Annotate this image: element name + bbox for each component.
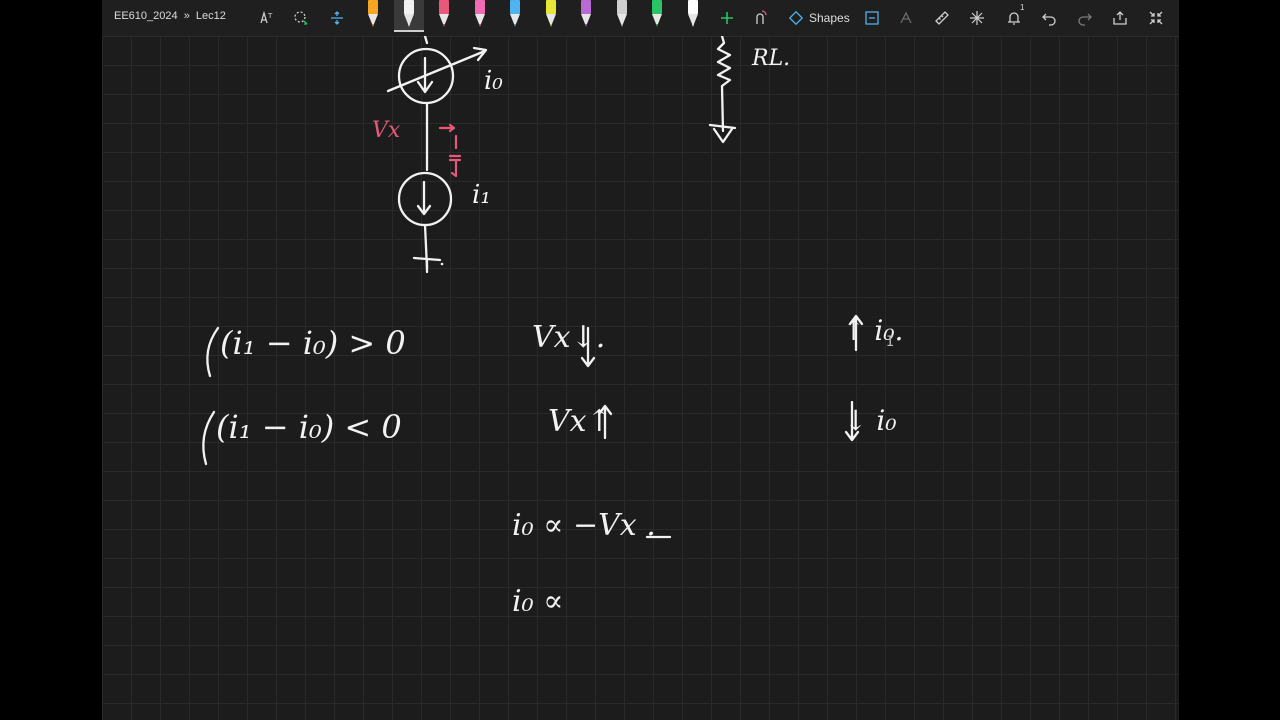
ink-to-math-icon[interactable]: [895, 6, 919, 30]
shapes-icon: [788, 10, 804, 26]
notification-count: 1: [1020, 3, 1025, 12]
ink-strokes: [202, 36, 864, 539]
vx-label: Vx: [372, 118, 401, 143]
pink-annotation: [438, 123, 462, 178]
breadcrumb-notebook[interactable]: EE610_2024: [114, 10, 178, 22]
pen-7-icon[interactable]: [578, 0, 594, 30]
add-space-icon[interactable]: [325, 6, 349, 30]
ground-symbol: [412, 256, 442, 274]
breadcrumb-separator: »: [183, 10, 190, 22]
svg-text:T: T: [267, 12, 273, 20]
ink-to-text-icon[interactable]: [860, 6, 884, 30]
pen-8-icon[interactable]: [614, 0, 630, 30]
pen-2-icon[interactable]: [393, 0, 424, 32]
rl-label: RL.: [752, 46, 791, 71]
pen-10-icon[interactable]: [685, 0, 701, 30]
paren-open-2: [202, 410, 216, 466]
io-label: i₀: [484, 66, 503, 96]
ink-to-shape-icon[interactable]: [748, 6, 772, 30]
pen-1-icon[interactable]: [365, 0, 381, 30]
lasso-select-icon[interactable]: [289, 6, 313, 30]
text-cursor-icon: I: [886, 334, 895, 350]
equation-1-mid: Vx↓.: [532, 320, 606, 355]
shapes-button[interactable]: Shapes: [788, 8, 850, 28]
pen-4-icon[interactable]: [472, 0, 488, 30]
draw-toolbar: EE610_2024 » Lec12 T Shapes 1: [102, 0, 1179, 37]
equation-2-left: (i₁ − i₀) < 0: [216, 408, 402, 446]
ink-canvas[interactable]: RL. i₀ Vx i₁ (i₁ − i₀) > 0 Vx↓. ↑ i₀. (i…: [102, 36, 1179, 720]
pen-6-icon[interactable]: [543, 0, 559, 30]
equation-2-mid: Vx↑: [548, 404, 612, 439]
protractor-icon[interactable]: [965, 6, 989, 30]
undo-icon[interactable]: [1037, 6, 1061, 30]
equation-1-left: (i₁ − i₀) > 0: [220, 324, 406, 362]
pen-5-icon[interactable]: [507, 0, 523, 30]
breadcrumb-page[interactable]: Lec12: [196, 10, 226, 22]
wire-top: [423, 36, 429, 45]
resistor-rl: [716, 36, 732, 133]
text-select-icon[interactable]: T: [254, 6, 278, 30]
onenote-window: EE610_2024 » Lec12 T Shapes 1 RL. i₀ Vx …: [102, 0, 1179, 720]
share-icon[interactable]: [1108, 6, 1132, 30]
equation-2-right: ↓ i₀: [844, 404, 897, 437]
proportional-1: i₀ ∝ −Vx .: [512, 508, 656, 543]
redo-icon[interactable]: [1073, 6, 1097, 30]
variable-source-arrow: [386, 46, 488, 93]
resistor-ground: [708, 123, 737, 144]
proportional-2: i₀ ∝: [512, 584, 564, 619]
shapes-label: Shapes: [809, 11, 850, 25]
breadcrumb[interactable]: EE610_2024 » Lec12: [114, 10, 226, 22]
pen-3-icon[interactable]: [436, 0, 452, 30]
add-pen-icon[interactable]: [715, 6, 739, 30]
ruler-icon[interactable]: [930, 6, 954, 30]
collapse-icon[interactable]: [1144, 6, 1168, 30]
paren-open-1: [206, 326, 220, 378]
i1-label: i₁: [472, 180, 491, 210]
source-arrow-down-2: [416, 180, 432, 216]
pen-9-icon[interactable]: [649, 0, 665, 30]
